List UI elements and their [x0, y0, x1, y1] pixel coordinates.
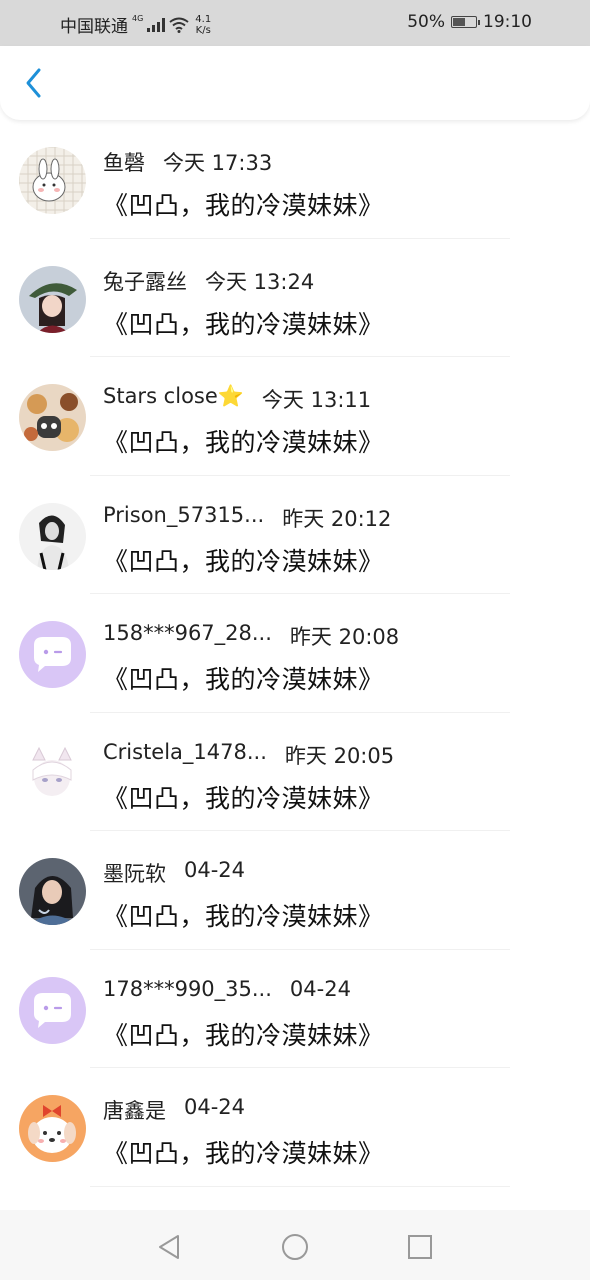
home-nav-icon[interactable] — [280, 1232, 310, 1262]
avatar[interactable] — [19, 147, 86, 214]
username[interactable]: Stars close⭐ — [103, 384, 244, 414]
comment-meta: 鱼磬 今天 17:33 — [103, 147, 272, 177]
username[interactable]: Cristela_1478... — [103, 740, 267, 770]
comment-item[interactable]: 兔子露丝 今天 13:24 《凹凸，我的冷漠妹妹》 — [0, 239, 590, 357]
username[interactable]: 兔子露丝 — [103, 266, 187, 296]
carrier-name: 中国联通 — [60, 17, 128, 37]
username[interactable]: 158***967_28... — [103, 621, 272, 651]
comment-text: 《凹凸，我的冷漠妹妹》 — [103, 902, 384, 931]
comment-time: 昨天 20:08 — [289, 625, 400, 649]
comment-item[interactable]: Stars close⭐ 今天 13:11 《凹凸，我的冷漠妹妹》 — [0, 357, 590, 476]
comment-text: 《凹凸，我的冷漠妹妹》 — [103, 665, 384, 694]
comment-time: 昨天 20:12 — [282, 506, 392, 531]
comment-meta: 158***967_28... 昨天 20:08 — [103, 621, 399, 651]
comment-meta: 唐鑫是 04-24 — [103, 1095, 245, 1125]
battery-icon — [451, 16, 480, 28]
system-nav-bar — [0, 1210, 590, 1280]
comment-text: 《凹凸，我的冷漠妹妹》 — [103, 1139, 384, 1168]
network-type: 4G — [132, 14, 144, 23]
username[interactable]: 178***990_35... — [103, 977, 272, 1001]
comment-list: 鱼磬 今天 17:33 《凹凸，我的冷漠妹妹》 兔子露丝 今天 13:24 《凹凸，我的冷… — [0, 120, 590, 1187]
comment-time: 04-24 — [289, 976, 351, 1001]
username[interactable]: 唐鑫是 — [103, 1095, 166, 1125]
avatar[interactable] — [19, 502, 86, 570]
status-bar: 中国联通 4G 4.1 K/s 50% 19:10 — [0, 0, 590, 46]
comment-item[interactable]: 158***967_28... 昨天 20:08 《凹凸，我的冷漠妹妹》 — [0, 594, 590, 713]
avatar[interactable] — [19, 384, 86, 451]
status-left: 中国联通 4G 4.1 K/s — [60, 12, 211, 38]
back-button[interactable] — [14, 60, 54, 106]
comment-text: 《凹凸，我的冷漠妹妹》 — [103, 546, 384, 576]
comment-time: 今天 13:24 — [205, 269, 315, 294]
avatar[interactable] — [19, 858, 86, 925]
comment-meta: Prison_57315... 昨天 20:12 — [103, 503, 391, 533]
top-header — [0, 46, 590, 120]
comment-item[interactable]: 唐鑫是 04-24 《凹凸，我的冷漠妹妹》 — [0, 1068, 590, 1187]
status-right: 50% 19:10 — [407, 12, 532, 32]
comment-meta: Cristela_1478... 昨天 20:05 — [103, 740, 394, 770]
comment-time: 昨天 20:05 — [284, 743, 395, 768]
comment-time: 今天 17:33 — [163, 151, 273, 175]
wifi-icon — [169, 17, 189, 33]
avatar[interactable] — [19, 976, 86, 1044]
back-nav-icon[interactable] — [154, 1232, 184, 1262]
comment-item[interactable]: Prison_57315... 昨天 20:12 《凹凸，我的冷漠妹妹》 — [0, 476, 590, 594]
comment-item[interactable]: 178***990_35... 04-24 《凹凸，我的冷漠妹妹》 — [0, 950, 590, 1068]
comment-meta: Stars close⭐ 今天 13:11 — [103, 384, 371, 414]
username[interactable]: 鱼磬 — [103, 147, 145, 177]
comment-meta: 兔子露丝 今天 13:24 — [103, 266, 314, 296]
avatar[interactable] — [19, 621, 86, 688]
signal-icon — [147, 17, 166, 32]
comment-time: 04-24 — [184, 858, 246, 882]
comment-text: 《凹凸，我的冷漠妹妹》 — [103, 428, 384, 457]
divider — [90, 1185, 510, 1187]
username[interactable]: 墨阮软 — [103, 858, 166, 888]
battery-percent: 50% — [407, 12, 445, 32]
clock: 19:10 — [483, 12, 532, 32]
comment-text: 《凹凸，我的冷漠妹妹》 — [103, 309, 384, 339]
chevron-left-icon — [26, 68, 41, 98]
recent-apps-nav-icon[interactable] — [405, 1232, 435, 1262]
comment-item[interactable]: 墨阮软 04-24 《凹凸，我的冷漠妹妹》 — [0, 831, 590, 950]
comment-meta: 墨阮软 04-24 — [103, 858, 245, 888]
comment-text: 《凹凸，我的冷漠妹妹》 — [103, 191, 384, 220]
comment-item[interactable]: Cristela_1478... 昨天 20:05 《凹凸，我的冷漠妹妹》 — [0, 713, 590, 831]
avatar[interactable] — [19, 1095, 86, 1162]
comment-time: 今天 13:11 — [261, 388, 372, 412]
comment-meta: 178***990_35... 04-24 — [103, 977, 351, 1001]
speed-value: 4.1 — [195, 13, 212, 25]
net-speed: 4.1 K/s — [195, 14, 211, 36]
speed-unit: K/s — [195, 24, 211, 36]
comment-time: 04-24 — [184, 1095, 246, 1119]
avatar[interactable] — [19, 265, 86, 333]
username[interactable]: Prison_57315... — [103, 503, 264, 533]
comment-text: 《凹凸，我的冷漠妹妹》 — [103, 1020, 384, 1050]
comment-item[interactable]: 鱼磬 今天 17:33 《凹凸，我的冷漠妹妹》 — [0, 120, 590, 239]
comment-text: 《凹凸，我的冷漠妹妹》 — [103, 783, 384, 813]
avatar[interactable] — [19, 739, 86, 807]
